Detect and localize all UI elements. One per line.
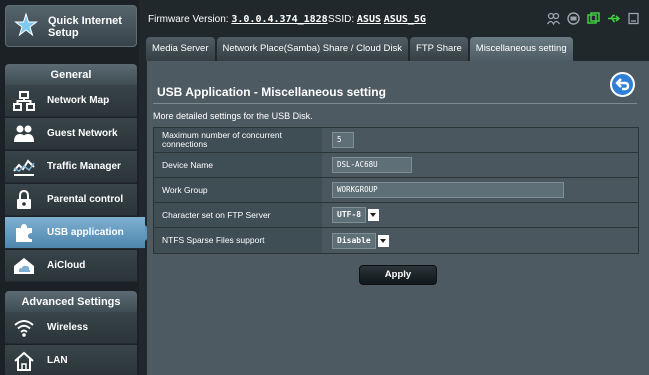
sidebar-item-parental-control[interactable]: Parental control — [5, 184, 137, 216]
sidebar-item-label: Parental control — [47, 194, 124, 205]
sidebar-item-label: Wireless — [47, 322, 89, 333]
cloud-house-icon — [14, 258, 34, 274]
tab-bar: Media Server Network Place(Samba) Share … — [146, 37, 573, 61]
ssid-label: SSID: — [328, 14, 355, 25]
work-group-label: Work Group — [154, 178, 322, 202]
apply-button[interactable]: Apply — [359, 265, 437, 285]
sidebar-item-lan[interactable]: LAN — [5, 345, 137, 375]
title-divider — [153, 103, 637, 104]
tab-media-server[interactable]: Media Server — [146, 37, 215, 61]
home-icon — [14, 351, 34, 371]
ssid-info: SSID: ASUS ASUS_5G — [328, 14, 426, 25]
chevron-down-icon[interactable] — [368, 209, 380, 221]
firmware-version-link[interactable]: 3.0.0.4.374_1828 — [231, 14, 327, 25]
ssid-2g-link[interactable]: ASUS — [357, 14, 381, 25]
firmware-info: Firmware Version: 3.0.0.4.374_1828 — [148, 14, 328, 25]
advanced-settings-header: Advanced Settings — [5, 291, 137, 313]
lock-icon — [17, 190, 31, 209]
ftp-charset-select[interactable]: UTF-8 — [332, 207, 380, 223]
printer-status-icon[interactable] — [567, 12, 580, 25]
ftp-charset-value: UTF-8 — [332, 207, 367, 223]
sidebar-item-aicloud[interactable]: AiCloud — [5, 250, 137, 282]
device-name-cell: DSL-AC68U — [322, 153, 638, 177]
sidebar-item-traffic-manager[interactable]: Traffic Manager — [5, 151, 137, 183]
tab-miscellaneous-setting[interactable]: Miscellaneous setting — [469, 37, 573, 61]
setting-row-ntfs-sparse: NTFS Sparse Files support Disable — [154, 228, 638, 253]
general-header: General — [5, 64, 137, 86]
sidebar-item-label: AiCloud — [47, 260, 86, 271]
sidebar-item-label: Network Map — [47, 95, 110, 106]
max-connections-cell: 5 — [322, 128, 638, 152]
tab-network-place-share[interactable]: Network Place(Samba) Share / Cloud Disk — [216, 37, 409, 61]
wifi-icon — [14, 320, 34, 337]
sidebar-item-label: LAN — [47, 355, 68, 366]
max-connections-input[interactable]: 5 — [332, 132, 354, 148]
sidebar-item-label: Guest Network — [47, 128, 118, 139]
chevron-down-icon[interactable] — [377, 234, 389, 247]
ftp-charset-cell: UTF-8 — [322, 203, 638, 227]
device-name-input[interactable]: DSL-AC68U — [332, 157, 412, 173]
sidebar-item-guest-network[interactable]: Guest Network — [5, 118, 137, 150]
sidebar-item-label: USB application — [47, 227, 124, 238]
setting-row-ftp-charset: Character set on FTP Server UTF-8 — [154, 203, 638, 228]
guest-network-icon — [14, 125, 34, 142]
setting-row-max-connections: Maximum number of concurrent connections… — [154, 128, 638, 153]
work-group-input[interactable]: WORKGROUP — [332, 182, 564, 198]
page-description: More detailed settings for the USB Disk. — [153, 111, 313, 121]
ftp-charset-label: Character set on FTP Server — [154, 203, 322, 227]
internet-status-icon[interactable] — [587, 12, 600, 25]
page-title: USB Application - Miscellaneous setting — [157, 85, 386, 99]
settings-table: Maximum number of concurrent connections… — [153, 127, 639, 254]
firmware-label: Firmware Version: — [148, 14, 229, 25]
quick-internet-setup-label: Quick Internet Setup — [48, 15, 122, 39]
work-group-cell: WORKGROUP — [322, 178, 638, 202]
sidebar-item-usb-application[interactable]: USB application — [5, 217, 153, 249]
client-status-icon[interactable] — [546, 12, 561, 26]
network-map-icon — [13, 91, 35, 111]
setting-row-device-name: Device Name DSL-AC68U — [154, 153, 638, 178]
device-name-label: Device Name — [154, 153, 322, 177]
status-bar: Firmware Version: 3.0.0.4.374_1828 SSID:… — [148, 8, 644, 30]
system-status-icon[interactable] — [627, 12, 640, 25]
main-panel: USB Application - Miscellaneous setting … — [147, 61, 649, 375]
ssid-5g-link[interactable]: ASUS_5G — [384, 14, 426, 25]
tab-ftp-share[interactable]: FTP Share — [410, 37, 468, 61]
ntfs-sparse-cell: Disable — [322, 228, 638, 253]
usb-status-icon[interactable] — [607, 12, 621, 25]
quick-internet-setup-button[interactable]: Quick Internet Setup — [5, 5, 137, 47]
puzzle-icon — [16, 224, 32, 242]
magic-wand-icon — [14, 12, 38, 37]
sidebar-item-wireless[interactable]: Wireless — [5, 312, 137, 344]
ntfs-sparse-select[interactable]: Disable — [332, 232, 389, 249]
sidebar-item-network-map[interactable]: Network Map — [5, 85, 137, 117]
traffic-manager-icon — [13, 159, 35, 176]
setting-row-work-group: Work Group WORKGROUP — [154, 178, 638, 203]
ntfs-sparse-value: Disable — [332, 232, 376, 249]
back-arrow-icon[interactable] — [610, 72, 635, 97]
ntfs-sparse-label: NTFS Sparse Files support — [154, 228, 322, 253]
status-icons — [546, 12, 640, 26]
sidebar-item-label: Traffic Manager — [47, 161, 121, 172]
max-connections-label: Maximum number of concurrent connections — [154, 128, 322, 152]
sidebar: Quick Internet Setup General Network Map… — [0, 0, 153, 375]
